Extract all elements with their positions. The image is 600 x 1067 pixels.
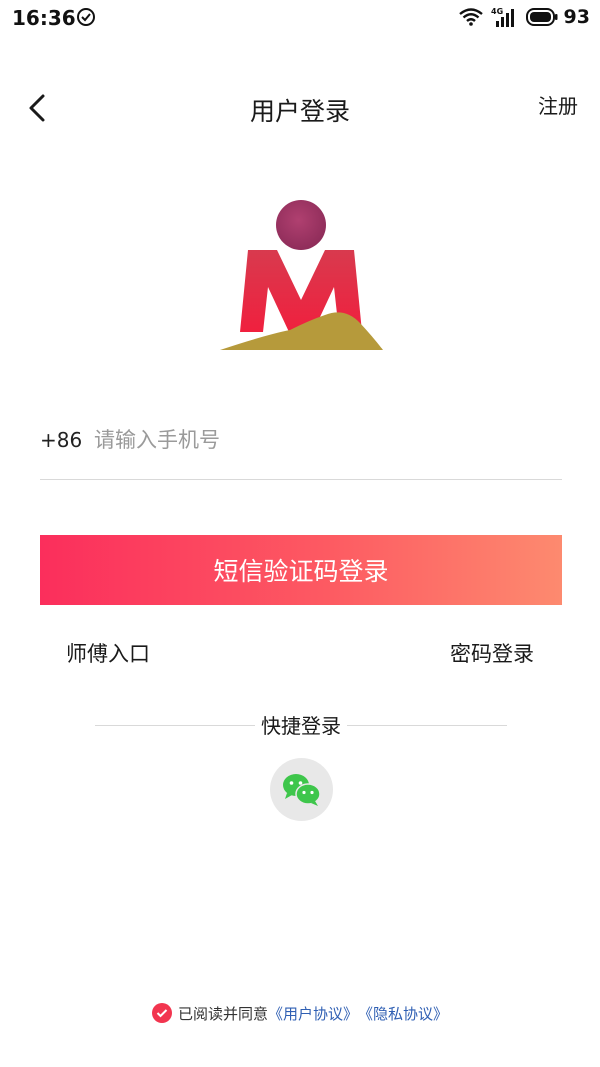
- country-code[interactable]: +86: [40, 428, 82, 452]
- wechat-login-button[interactable]: [270, 758, 333, 821]
- phone-number-input[interactable]: [94, 420, 554, 460]
- master-entry-link[interactable]: 师傅入口: [66, 638, 150, 668]
- sync-check-icon: [77, 8, 95, 26]
- user-agreement-link[interactable]: 《用户协议》: [268, 1003, 358, 1024]
- wifi-icon: [458, 8, 483, 26]
- privacy-policy-link[interactable]: 《隐私协议》: [358, 1003, 448, 1024]
- divider-line-right: [347, 725, 507, 726]
- brand-logo: [220, 200, 383, 350]
- quick-login-divider: 快捷登录: [95, 710, 507, 740]
- status-icons: 4G 93: [458, 5, 590, 29]
- agreement-checkbox[interactable]: [151, 1003, 172, 1023]
- cellular-signal-icon: 4G: [491, 7, 514, 27]
- check-icon: [156, 1009, 168, 1018]
- wechat-icon: [282, 773, 321, 806]
- agreement-row: 已阅读并同意 《用户协议》 《隐私协议》: [0, 1000, 600, 1026]
- phone-input-row: +86: [40, 420, 562, 480]
- battery-level: 93: [563, 6, 590, 28]
- status-bar: 16:36 4G 93: [0, 0, 600, 34]
- register-link[interactable]: 注册: [538, 90, 578, 119]
- password-login-link[interactable]: 密码登录: [450, 638, 534, 668]
- agreement-prefix: 已阅读并同意: [177, 1004, 268, 1023]
- battery-icon: [525, 8, 558, 26]
- svg-text:4G: 4G: [491, 7, 503, 16]
- sms-login-button[interactable]: 短信验证码登录: [40, 535, 562, 605]
- status-time: 16:36: [12, 6, 76, 30]
- header: 用户登录 注册: [0, 80, 600, 136]
- page-title: 用户登录: [249, 97, 350, 126]
